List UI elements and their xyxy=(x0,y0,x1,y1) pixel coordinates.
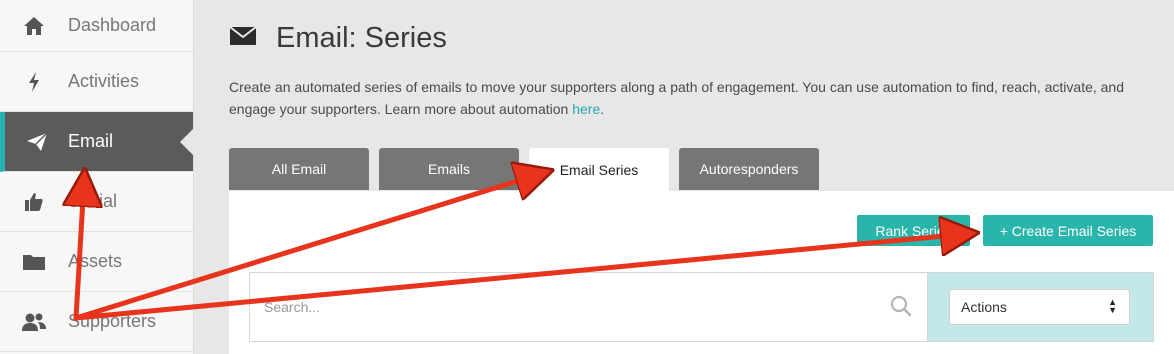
actions-selected-value: Actions xyxy=(961,299,1007,315)
sidebar-item-assets[interactable]: Assets xyxy=(0,232,193,292)
lightning-icon xyxy=(0,71,68,93)
envelope-icon xyxy=(229,26,257,50)
home-icon xyxy=(0,16,68,36)
tab-autoresponders[interactable]: Autoresponders xyxy=(679,148,819,190)
sidebar-item-label: Activities xyxy=(68,71,140,91)
sidebar-item-label: Social xyxy=(68,191,118,211)
search-box xyxy=(250,273,926,341)
folder-icon xyxy=(0,253,68,271)
series-panel: Rank Series + Create Email Series Action… xyxy=(229,191,1174,354)
sidebar-item-label: Assets xyxy=(68,251,123,271)
sidebar: Dashboard Activities Email Social Assets… xyxy=(0,0,194,354)
paper-plane-icon xyxy=(5,131,68,152)
sidebar-item-label: Dashboard xyxy=(68,15,157,35)
tab-emails[interactable]: Emails xyxy=(379,148,519,190)
tab-all-email[interactable]: All Email xyxy=(229,148,369,190)
sidebar-item-label: Supporters xyxy=(68,311,157,331)
sidebar-item-social[interactable]: Social xyxy=(0,172,193,232)
users-icon xyxy=(0,312,68,332)
rank-series-button[interactable]: Rank Series xyxy=(857,215,970,246)
tab-bar: All Email Emails Email Series Autorespon… xyxy=(229,148,829,192)
page-title: Email: Series xyxy=(276,22,447,54)
create-email-series-button[interactable]: + Create Email Series xyxy=(983,215,1153,246)
sidebar-item-activities[interactable]: Activities xyxy=(0,52,193,112)
search-row: Actions ▲▼ xyxy=(249,272,1154,342)
learn-more-link[interactable]: here xyxy=(572,101,600,117)
description-text: Create an automated series of emails to … xyxy=(229,79,1125,117)
select-arrows-icon: ▲ ▼ xyxy=(1108,297,1117,315)
description-end: . xyxy=(600,101,605,117)
main-content: Email: Series Create an automated series… xyxy=(194,0,1174,354)
sidebar-item-label: Email xyxy=(68,131,114,151)
actions-dropdown[interactable]: Actions ▲ ▼ xyxy=(949,289,1130,325)
sidebar-item-email[interactable]: Email xyxy=(0,112,193,172)
sidebar-item-supporters[interactable]: Supporters xyxy=(0,292,193,352)
sidebar-item-dashboard[interactable]: Dashboard xyxy=(0,0,193,52)
search-input[interactable] xyxy=(264,299,884,315)
thumbs-up-icon xyxy=(0,192,68,212)
actions-area: Actions ▲ ▼ xyxy=(927,273,1153,341)
page-description: Create an automated series of emails to … xyxy=(229,76,1169,120)
tab-email-series[interactable]: Email Series xyxy=(529,148,669,192)
page-header: Email: Series xyxy=(229,22,447,55)
search-icon[interactable] xyxy=(890,295,912,322)
